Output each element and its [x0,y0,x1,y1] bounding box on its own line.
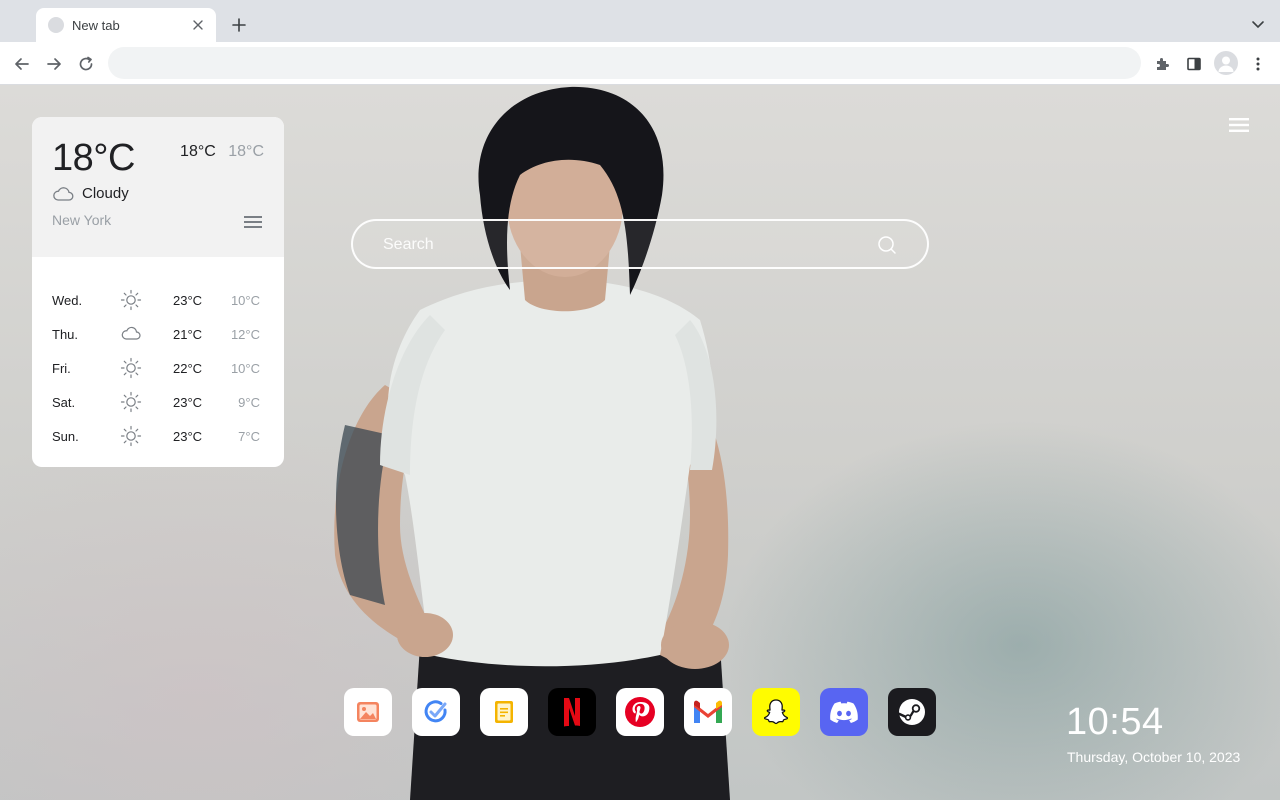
back-button[interactable] [10,52,34,76]
forecast-high: 23°C [173,429,203,444]
dock-app-gmail[interactable] [684,688,732,736]
hamburger-menu-icon[interactable] [1229,116,1249,134]
clock-time: 10:54 [1066,701,1164,743]
forecast-low: 7°C [238,429,260,444]
forecast-low: 12°C [230,327,260,342]
photos-icon [357,702,379,722]
dock-app-pinterest[interactable] [616,688,664,736]
plus-icon [232,18,246,32]
globe-icon [48,17,64,33]
today-high: 18°C [180,143,216,160]
netflix-icon [564,698,580,727]
clock-date: Thursday, October 10, 2023 [1067,749,1241,765]
arrow-left-icon [15,58,29,70]
new-tab-button[interactable] [228,14,250,36]
cloud-icon [121,326,141,340]
side-panel-button[interactable] [1182,52,1206,76]
profile-avatar[interactable] [1214,51,1238,75]
reload-button[interactable] [74,52,98,76]
forecast-day: Fri. [52,361,71,376]
today-high-low: 18°C 18°C [180,143,264,161]
forecast-row: Sun. 23°C 7°C [32,419,284,453]
forecast-high: 21°C [173,327,203,342]
forecast-low: 9°C [238,395,260,410]
forecast-high: 23°C [173,293,203,308]
search-icon[interactable] [877,235,897,255]
forecast-row: Wed. 23°C 10°C [32,283,284,317]
extensions-button[interactable] [1150,52,1174,76]
weather-menu-icon[interactable] [244,214,262,230]
tab-title: New tab [72,17,120,33]
forecast-day: Thu. [52,327,79,342]
discord-icon [830,701,858,723]
forecast-day: Wed. [52,293,83,308]
current-temperature: 18°C [52,137,135,179]
sun-icon [120,425,142,447]
forward-button[interactable] [42,52,66,76]
arrow-right-icon [47,58,61,70]
sun-icon [120,289,142,311]
weather-widget[interactable]: 18°C 18°C 18°C Cloudy New York Wed. 23°C… [32,117,284,467]
kebab-icon [1256,57,1260,71]
dock-app-tasks[interactable] [412,688,460,736]
snapchat-icon [763,699,789,725]
cloud-icon [53,186,74,201]
forecast-low: 10°C [230,293,260,308]
dock-app-steam[interactable] [888,688,936,736]
forecast-high: 23°C [173,395,203,410]
forecast-high: 22°C [173,361,203,376]
weather-forecast: Wed. 23°C 10°C Thu. 21°C 12°C Fri. 22°C … [32,257,284,453]
forecast-day: Sat. [52,395,76,410]
forecast-row: Thu. 21°C 12°C [32,317,284,351]
check-circle-icon [424,700,447,723]
dock-app-notes[interactable] [480,688,528,736]
notes-icon [495,701,513,723]
address-bar[interactable] [108,47,1141,79]
search-input[interactable] [383,233,863,257]
pinterest-icon [625,697,655,727]
puzzle-icon [1157,58,1169,70]
forecast-row: Sat. 23°C 9°C [32,385,284,419]
close-icon[interactable] [190,17,206,33]
browser-menu-button[interactable] [1246,52,1270,76]
new-tab-page: 18°C 18°C 18°C Cloudy New York Wed. 23°C… [0,85,1280,800]
weather-current: 18°C 18°C 18°C Cloudy New York [32,117,284,257]
sun-icon [120,357,142,379]
browser-toolbar [0,42,1280,85]
dock-app-netflix[interactable] [548,688,596,736]
weather-city: New York [52,212,112,228]
search-bar[interactable] [351,219,929,269]
forecast-low: 10°C [230,361,260,376]
reload-icon [79,56,93,71]
tab-strip: New tab [0,0,1280,42]
dock-app-snapchat[interactable] [752,688,800,736]
chevron-down-icon [1252,21,1264,29]
avatar-icon [1218,56,1234,72]
sun-icon [120,391,142,413]
tab-new-tab[interactable]: New tab [36,8,216,42]
forecast-row: Fri. 22°C 10°C [32,351,284,385]
tab-search-button[interactable] [1248,15,1268,35]
side-panel-icon [1187,57,1201,71]
forecast-day: Sun. [52,429,79,444]
gmail-icon [694,700,722,723]
dock-app-discord[interactable] [820,688,868,736]
today-low: 18°C [228,143,264,160]
weather-condition: Cloudy [82,185,129,202]
weather-condition-row: Cloudy [52,185,129,202]
dock-app-photos[interactable] [344,688,392,736]
steam-icon [898,699,925,725]
